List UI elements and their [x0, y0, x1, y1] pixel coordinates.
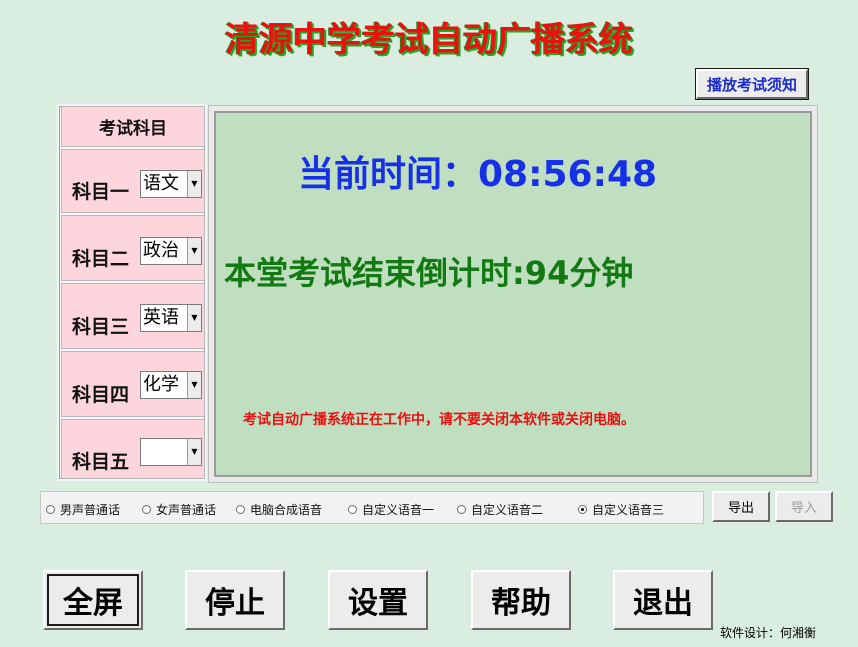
voice-option-synth[interactable]: 电脑合成语音	[236, 501, 322, 518]
subject-row-5: 科目五 ▼	[61, 419, 205, 479]
subject-label-2: 科目二	[72, 248, 130, 270]
voice-options-bar: 男声普通话 女声普通话 电脑合成语音 自定义语音一 自定义语音二 自定义语音三	[40, 491, 704, 524]
play-exam-rules-button[interactable]: 播放考试须知	[695, 68, 809, 100]
subject-select-4[interactable]: 化学 ▼	[140, 371, 202, 399]
import-button[interactable]: 导入	[775, 491, 833, 522]
chevron-down-icon[interactable]: ▼	[187, 439, 201, 465]
software-credit: 软件设计：何湘衡	[720, 626, 817, 640]
working-notice: 考试自动广播系统正在工作中，请不要关闭本软件或关闭电脑。	[243, 412, 635, 428]
exit-button[interactable]: 退出	[613, 570, 713, 630]
subject-select-5[interactable]: ▼	[140, 438, 202, 466]
subject-select-3[interactable]: 英语 ▼	[140, 304, 202, 332]
subject-select-value: 化学	[143, 374, 179, 395]
subject-label-5: 科目五	[72, 451, 130, 473]
exam-countdown: 本堂考试结束倒计时:94分钟	[224, 254, 634, 292]
subject-select-value: 英语	[143, 307, 179, 328]
subject-select-value: 语文	[143, 173, 179, 194]
radio-icon[interactable]	[236, 505, 245, 514]
chevron-down-icon[interactable]: ▼	[187, 305, 201, 331]
subject-label-3: 科目三	[72, 316, 130, 338]
subjects-panel: 考试科目 科目一 语文 ▼ 科目二 政治 ▼ 科目三 英语 ▼ 科目四 化学 ▼…	[57, 104, 207, 481]
stop-button[interactable]: 停止	[185, 570, 285, 630]
voice-option-label: 电脑合成语音	[250, 503, 323, 517]
voice-option-female[interactable]: 女声普通话	[142, 501, 216, 518]
radio-icon[interactable]	[348, 505, 357, 514]
voice-option-label: 女声普通话	[156, 503, 217, 517]
subject-select-1[interactable]: 语文 ▼	[140, 170, 202, 198]
voice-option-label: 自定义语音二	[471, 503, 544, 517]
voice-option-male[interactable]: 男声普通话	[46, 501, 120, 518]
voice-option-label: 男声普通话	[60, 503, 121, 517]
subjects-header: 考试科目	[61, 106, 205, 147]
subject-label-4: 科目四	[72, 384, 130, 406]
voice-option-label: 自定义语音一	[362, 503, 435, 517]
current-time: 当前时间：08:56:48	[298, 154, 658, 195]
export-button[interactable]: 导出	[712, 491, 770, 522]
app-title: 清源中学考试自动广播系统	[225, 20, 633, 60]
subject-row-3: 科目三 英语 ▼	[61, 283, 205, 349]
help-button[interactable]: 帮助	[471, 570, 571, 630]
subject-label-1: 科目一	[72, 181, 130, 203]
chevron-down-icon[interactable]: ▼	[187, 171, 201, 197]
chevron-down-icon[interactable]: ▼	[187, 238, 201, 264]
subject-row-4: 科目四 化学 ▼	[61, 351, 205, 417]
subject-select-value: 政治	[143, 240, 179, 261]
radio-icon[interactable]	[457, 505, 466, 514]
subject-select-2[interactable]: 政治 ▼	[140, 237, 202, 265]
settings-button[interactable]: 设置	[328, 570, 428, 630]
radio-icon[interactable]	[46, 505, 55, 514]
voice-option-custom-1[interactable]: 自定义语音一	[348, 501, 434, 518]
chevron-down-icon[interactable]: ▼	[187, 372, 201, 398]
subject-row-2: 科目二 政治 ▼	[61, 215, 205, 281]
radio-icon[interactable]	[142, 505, 151, 514]
subject-row-1: 科目一 语文 ▼	[61, 149, 205, 213]
voice-option-custom-3[interactable]: 自定义语音三	[578, 501, 664, 518]
fullscreen-button[interactable]: 全屏	[43, 570, 143, 630]
voice-option-custom-2[interactable]: 自定义语音二	[457, 501, 543, 518]
voice-option-label: 自定义语音三	[592, 503, 665, 517]
radio-selected-icon[interactable]	[578, 505, 587, 514]
